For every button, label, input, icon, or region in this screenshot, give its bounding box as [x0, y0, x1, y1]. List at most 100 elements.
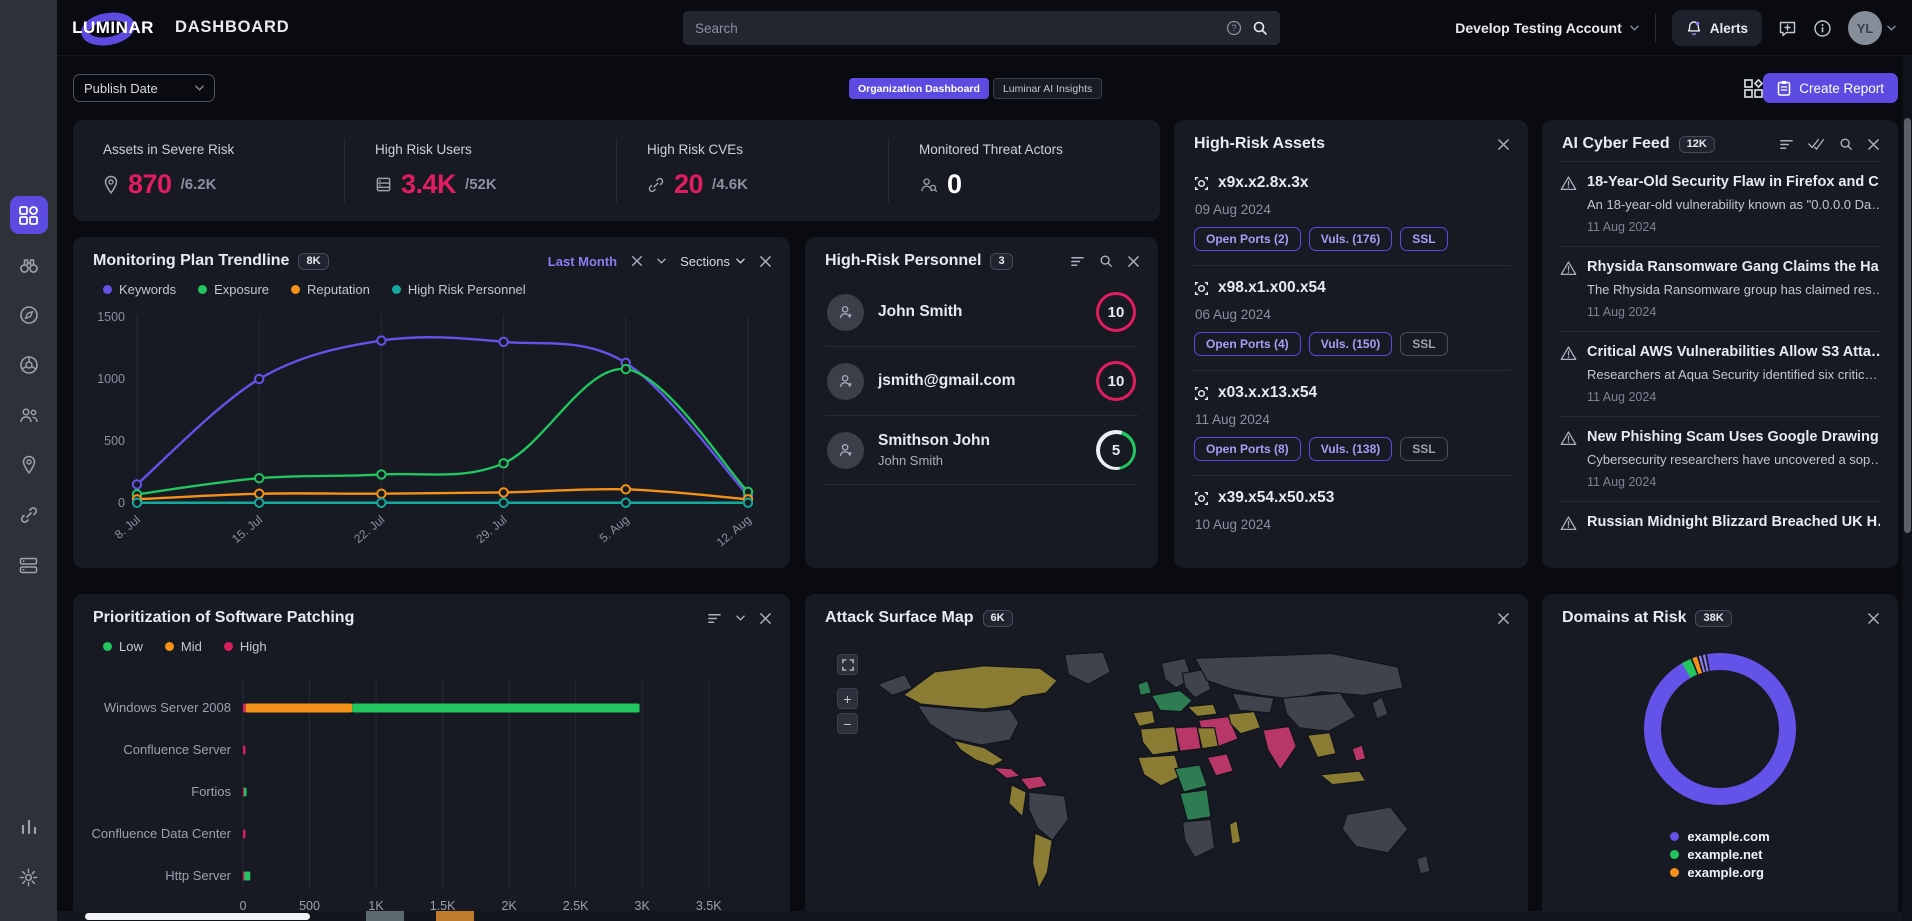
asset-item[interactable]: x9x.x2.8x.3x 09 Aug 2024 Open Ports (2)V… [1174, 161, 1528, 265]
legend-item[interactable]: High [224, 639, 267, 654]
asset-item[interactable]: x03.x.x13.x54 11 Aug 2024 Open Ports (8)… [1174, 371, 1528, 475]
personnel-row[interactable]: jsmith@gmail.com 10 [805, 347, 1158, 415]
sidebar-item-threat-intel[interactable] [10, 346, 48, 384]
personnel-row[interactable]: Smithson John John Smith 5 [805, 416, 1158, 484]
asset-tag[interactable]: SSL [1400, 437, 1447, 461]
publish-date-filter[interactable]: Publish Date [73, 74, 215, 102]
chevron-down-icon[interactable] [657, 258, 666, 264]
asset-ip: x98.x1.x00.x54 [1218, 279, 1326, 297]
sidebar-item-dashboard[interactable] [10, 196, 48, 234]
asset-item[interactable]: x39.x54.x50.x53 10 Aug 2024 [1174, 476, 1528, 556]
world-map[interactable] [860, 636, 1480, 921]
close-icon[interactable] [1497, 612, 1510, 625]
feed-item[interactable]: Russian Midnight Blizzard Breached UK H… [1542, 502, 1898, 543]
feedback-icon[interactable] [1778, 19, 1797, 38]
chevron-down-icon [736, 258, 745, 264]
close-icon[interactable] [1127, 255, 1140, 268]
asset-tag[interactable]: Open Ports (8) [1194, 437, 1301, 461]
legend-item[interactable]: High Risk Personnel [392, 282, 526, 297]
create-report-button[interactable]: Create Report [1763, 73, 1898, 103]
legend-item[interactable]: example.com [1670, 829, 1769, 844]
stat-value: 0 [947, 169, 962, 200]
search-bar[interactable]: ? [683, 11, 1280, 45]
sidebar-item-explore[interactable] [10, 296, 48, 334]
asset-tag[interactable]: Vuls. (150) [1309, 332, 1393, 356]
close-icon[interactable] [759, 255, 772, 268]
asset-item[interactable]: x98.x1.x00.x54 06 Aug 2024 Open Ports (4… [1174, 266, 1528, 370]
legend-item[interactable]: Keywords [103, 282, 176, 297]
range-filter[interactable]: Last Month [548, 254, 617, 269]
chevron-down-icon[interactable] [736, 615, 745, 621]
feed-item[interactable]: 18-Year-Old Security Flaw in Firefox and… [1542, 162, 1898, 246]
close-icon[interactable] [759, 612, 772, 625]
asset-tag[interactable]: Vuls. (176) [1309, 227, 1393, 251]
alerts-button[interactable]: Alerts [1672, 10, 1762, 46]
sections-dropdown[interactable]: Sections [680, 254, 745, 269]
personnel-row[interactable]: John Smith 10 [805, 278, 1158, 346]
clear-range-icon[interactable] [631, 255, 643, 267]
vertical-scrollbar[interactable] [1902, 56, 1912, 921]
search-input[interactable] [695, 21, 1216, 36]
legend-item[interactable]: Mid [165, 639, 202, 654]
sidebar-item-reports[interactable] [10, 808, 48, 846]
domains-donut-chart[interactable] [1644, 653, 1796, 805]
search-icon[interactable] [1099, 254, 1113, 268]
sort-icon[interactable] [1070, 254, 1085, 269]
horizontal-scrollbar-thumb[interactable] [85, 913, 310, 920]
luminar-logo[interactable]: LUMINAR [75, 10, 151, 46]
sidebar-item-inventory[interactable] [10, 546, 48, 584]
legend-item[interactable]: Exposure [198, 282, 269, 297]
trendline-svg[interactable]: 0500100015008. Jul15. Jul22. Jul29. Jul5… [85, 307, 770, 567]
legend-item[interactable]: example.net [1670, 847, 1769, 862]
search-icon[interactable] [1252, 20, 1268, 36]
feed-item[interactable]: Rhysida Ransomware Gang Claims the Ha… T… [1542, 247, 1898, 331]
asset-tag[interactable]: Open Ports (4) [1194, 332, 1301, 356]
account-switcher[interactable]: Develop Testing Account [1455, 20, 1638, 36]
close-icon[interactable] [1867, 612, 1880, 625]
tab-luminar-ai-insights[interactable]: Luminar AI Insights [993, 78, 1102, 99]
info-icon[interactable] [1813, 19, 1832, 38]
sort-icon[interactable] [1779, 137, 1794, 152]
brand-text: LUMINAR [72, 18, 154, 38]
warning-icon [1560, 345, 1577, 404]
bar-chart-icon [20, 818, 38, 836]
asset-tag[interactable]: Open Ports (2) [1194, 227, 1301, 251]
sidebar-item-personnel[interactable] [10, 396, 48, 434]
feed-item[interactable]: New Phishing Scam Uses Google Drawing… C… [1542, 417, 1898, 501]
layout-grid-icon[interactable] [1744, 79, 1763, 98]
alerts-label: Alerts [1710, 21, 1748, 36]
sidebar-item-links[interactable] [10, 496, 48, 534]
patching-svg[interactable]: Windows Server 2008Confluence ServerFort… [85, 668, 770, 920]
legend-item[interactable]: Low [103, 639, 143, 654]
trendline-chart[interactable]: 0500100015008. Jul15. Jul22. Jul29. Jul5… [73, 307, 790, 567]
help-circle-icon[interactable]: ? [1226, 20, 1242, 36]
sidebar-item-settings[interactable] [10, 858, 48, 896]
search-icon[interactable] [1839, 137, 1853, 151]
close-icon[interactable] [1497, 138, 1510, 151]
avatar[interactable]: YL [1848, 11, 1882, 45]
legend-item[interactable]: Reputation [291, 282, 370, 297]
vertical-scrollbar-thumb[interactable] [1904, 118, 1911, 533]
domains-at-risk-card: Domains at Risk 38K example.comexample.n… [1542, 594, 1898, 921]
map-zoom-out-button[interactable]: − [837, 713, 858, 734]
legend-item[interactable]: example.org [1670, 865, 1769, 880]
mark-all-read-icon[interactable] [1808, 138, 1825, 150]
asset-tag[interactable]: SSL [1400, 227, 1447, 251]
sidebar-item-discovery[interactable] [10, 246, 48, 284]
horizontal-scrollbar[interactable] [57, 911, 1902, 921]
patching-chart[interactable]: Windows Server 2008Confluence ServerFort… [73, 668, 790, 920]
feed-item[interactable]: Critical AWS Vulnerabilities Allow S3 At… [1542, 332, 1898, 416]
map-fit-button[interactable] [837, 654, 858, 675]
svg-text:Confluence Server: Confluence Server [123, 742, 231, 757]
map-zoom-in-button[interactable]: + [837, 688, 858, 709]
sort-icon[interactable] [707, 611, 722, 626]
chevron-down-icon[interactable] [1887, 25, 1896, 31]
tab-organization-dashboard[interactable]: Organization Dashboard [849, 78, 989, 99]
asset-tag[interactable]: SSL [1400, 332, 1447, 356]
asset-tag[interactable]: Vuls. (138) [1309, 437, 1393, 461]
svg-text:1000: 1000 [97, 372, 125, 386]
sidebar-item-locations[interactable] [10, 446, 48, 484]
stat-value: 3.4K [401, 169, 456, 200]
legend-dot [198, 285, 207, 294]
close-icon[interactable] [1867, 138, 1880, 151]
